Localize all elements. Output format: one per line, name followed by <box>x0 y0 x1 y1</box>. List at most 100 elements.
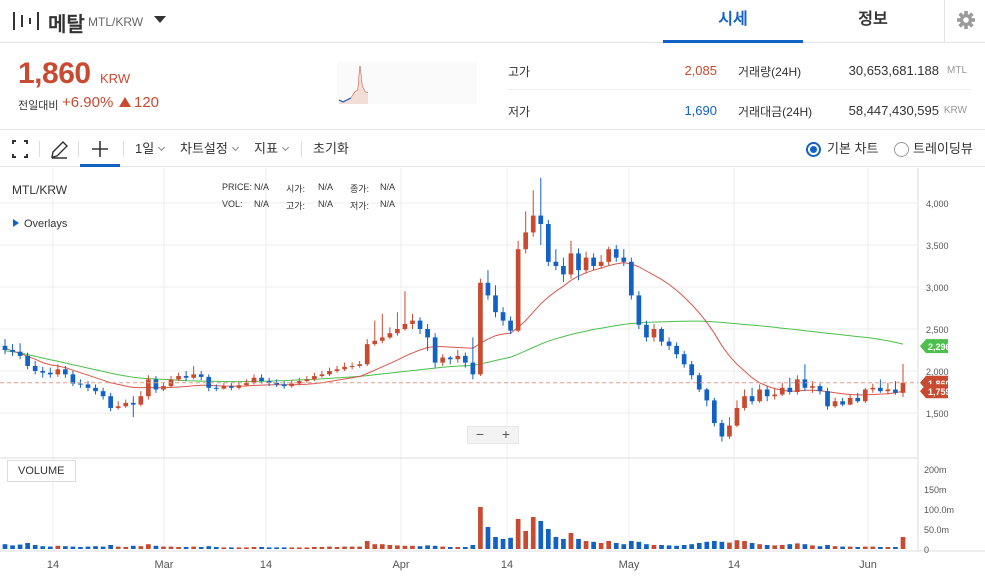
volume-bar <box>432 545 438 549</box>
candle-body <box>93 387 98 392</box>
candle-body <box>628 261 634 296</box>
crosshair-button[interactable] <box>90 131 110 167</box>
chart-settings-label: 차트설정 <box>180 141 228 156</box>
tab-quote[interactable]: 시세 <box>663 0 803 43</box>
chart-symbol: MTL/KRW <box>12 183 68 197</box>
volume-bar <box>191 546 196 549</box>
candle-body <box>613 249 619 258</box>
volume-bar <box>17 544 23 549</box>
price-unit: KRW <box>100 71 131 86</box>
candle-body <box>153 379 159 390</box>
tradingview-radio[interactable] <box>894 142 909 157</box>
candle-body <box>802 379 808 388</box>
fullscreen-button[interactable] <box>11 131 29 167</box>
basic-chart-label[interactable]: 기본 차트 <box>827 131 878 167</box>
candle-body <box>161 386 166 390</box>
tradingview-label[interactable]: 트레이딩뷰 <box>913 131 973 167</box>
candle-body <box>17 351 23 356</box>
chart-toolbar: 1일 차트설정 지표 초기화 기본 차트 트레이딩뷰 <box>0 131 985 167</box>
indicators-select[interactable]: 지표 <box>254 131 289 167</box>
candle-body <box>32 365 38 371</box>
volume-bar <box>236 547 242 549</box>
candle-body <box>2 345 8 350</box>
volume-bar <box>568 533 574 549</box>
volume-bar <box>621 544 627 549</box>
turnover-value: 58,447,430,595 <box>848 103 939 118</box>
candle-body <box>576 253 581 271</box>
volume-bar <box>402 545 408 549</box>
overlays-toggle[interactable]: Overlays <box>13 218 67 230</box>
reset-button[interactable]: 초기화 <box>313 131 349 167</box>
candle-body <box>545 224 551 262</box>
volume-bar <box>485 527 491 549</box>
candle-body <box>379 337 385 341</box>
candle-body <box>289 383 295 387</box>
candle-body <box>115 406 121 408</box>
price-tick-label: 2,500 <box>926 325 949 335</box>
volume-bar <box>576 539 581 549</box>
candle-body <box>885 389 891 392</box>
candle-body <box>870 387 876 390</box>
price-tag-label: 1,759 <box>928 387 951 397</box>
volume-bar <box>757 544 762 549</box>
price-tick-label: 3,000 <box>926 283 949 293</box>
basic-chart-radio[interactable] <box>806 142 821 157</box>
price-chart[interactable]: 4,000 3,500 3,000 2,500 2,000 1,500 200m 150m 10… <box>0 168 985 581</box>
coin-name: 메탈 <box>48 14 85 36</box>
chevron-down-icon <box>281 143 289 152</box>
volume-bar <box>229 547 234 549</box>
volume-bar <box>727 542 732 549</box>
candle-body <box>847 397 853 405</box>
candle-body <box>764 389 770 397</box>
interval-select[interactable]: 1일 <box>135 131 166 167</box>
zoom-out-button[interactable]: − <box>468 426 492 442</box>
candle-body <box>621 257 627 262</box>
volume-bar <box>440 546 446 549</box>
volume-bar <box>213 547 219 549</box>
volume-bar <box>10 545 15 549</box>
chart-canvas[interactable]: 4,000 3,500 3,000 2,500 2,000 1,500 200m 150m 10… <box>0 168 985 581</box>
volume-bar <box>764 545 770 549</box>
candle-body <box>387 333 393 338</box>
volume-bar <box>545 529 551 549</box>
chart-settings-select[interactable]: 차트설정 <box>180 131 239 167</box>
candle-body <box>312 376 317 380</box>
candle-body <box>70 374 76 384</box>
candle-body <box>319 374 325 377</box>
volume-bar <box>40 546 46 549</box>
coin-select-caret-icon[interactable] <box>154 16 166 23</box>
ohlc-vol-label: VOL: <box>222 199 243 209</box>
candle-body <box>410 320 415 324</box>
volume-bar <box>523 531 529 549</box>
candle-body <box>825 391 830 407</box>
volume-panel-label: VOLUME <box>7 460 76 482</box>
volume-bar <box>221 547 227 549</box>
volume-bar <box>130 545 136 549</box>
ohlc-low-label: 저가: <box>350 201 370 211</box>
volume-bar <box>681 545 687 549</box>
ohlc-high-label: 고가: <box>286 201 306 211</box>
candle-body <box>221 386 227 389</box>
settings-button[interactable] <box>944 0 985 43</box>
volume-bar <box>168 546 174 549</box>
candle-body <box>55 369 61 375</box>
chevron-down-icon <box>158 143 166 152</box>
low-label: 저가 <box>508 105 531 119</box>
tab-info[interactable]: 정보 <box>803 0 943 43</box>
low-value: 1,690 <box>684 103 717 118</box>
zoom-in-button[interactable]: + <box>494 426 518 442</box>
volume-bar <box>334 547 340 549</box>
volume-bar <box>85 546 91 549</box>
volume-bar <box>870 546 876 549</box>
volume-bar <box>176 547 181 549</box>
draw-button[interactable] <box>49 131 69 167</box>
volume-bar <box>153 545 159 549</box>
volume-bar <box>304 547 310 549</box>
candle-body <box>900 382 906 393</box>
gear-icon <box>957 11 975 29</box>
candle-body <box>810 386 815 388</box>
volume-bar <box>70 546 76 549</box>
ohlc-open-value: N/A <box>318 182 334 192</box>
candle-body <box>561 266 566 275</box>
volume-bar <box>55 545 61 549</box>
